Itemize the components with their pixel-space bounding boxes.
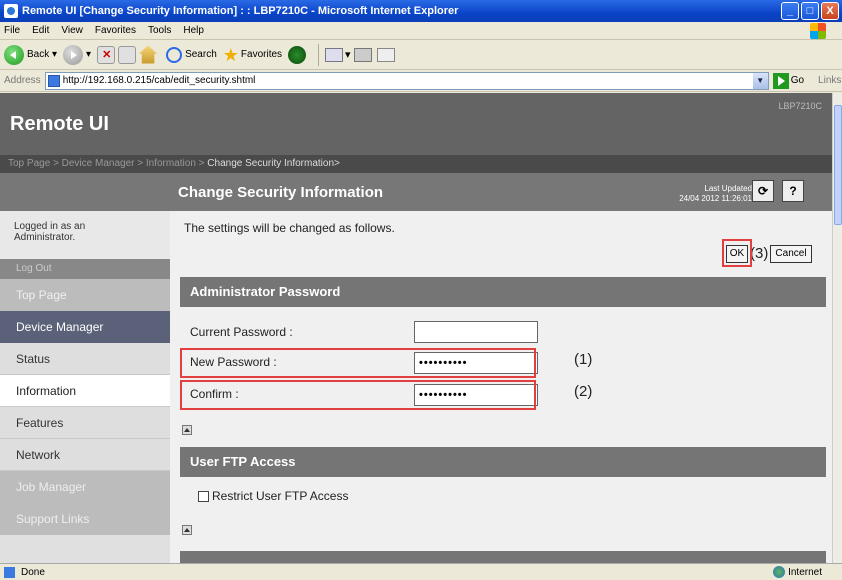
web-content: Remote UI LBP7210C Top Page > Device Man… [0,93,832,563]
page-icon [47,74,60,87]
logout-button[interactable]: Log Out [0,259,170,279]
browser-toolbar: Back ▾ ▾ Search ★ Favorites ▾ [0,40,842,70]
address-url: http://192.168.0.215/cab/edit_security.s… [62,75,256,86]
back-button[interactable]: Back ▾ [4,44,57,65]
back-label: Back [27,49,50,60]
menu-edit[interactable]: Edit [32,25,49,36]
vertical-scrollbar[interactable] [832,93,842,563]
callout-ok-label: (3) [750,245,769,262]
toolbar-separator [318,43,320,66]
callout-confirm-label: (2) [574,383,593,400]
edit-icon[interactable] [376,47,395,62]
close-button[interactable]: X [821,2,839,20]
menu-tools[interactable]: Tools [148,25,171,36]
go-button[interactable]: Go [772,72,805,89]
menu-help[interactable]: Help [183,25,204,36]
scrollbar-thumb[interactable] [834,105,842,225]
address-input[interactable]: http://192.168.0.215/cab/edit_security.s… [44,71,769,90]
address-bar: Address http://192.168.0.215/cab/edit_se… [0,70,842,92]
admin-password-section-header: Administrator Password [180,277,826,307]
menu-favorites[interactable]: Favorites [95,25,136,36]
login-status: Logged in as an Administrator. [14,221,85,243]
security-zone: Internet [773,566,822,578]
login-status-text: Logged in as an Administrator. [14,221,86,243]
ftp-access-section-header: User FTP Access [180,447,826,477]
callout-ok-highlight [722,239,752,267]
current-password-label: Current Password : [190,325,293,339]
refresh-icon[interactable] [118,45,137,64]
menu-bar: File Edit View Favorites Tools Help [0,22,842,40]
search-icon [166,46,183,63]
menu-file[interactable]: File [4,25,20,36]
remote-ui-title: Remote UI [10,113,109,135]
current-password-field[interactable] [414,321,538,343]
last-updated-value: 24/04 2012 11:26:01 [679,194,752,203]
sidebar: Logged in as an Administrator. Log Out T… [0,211,170,563]
maximize-button[interactable]: □ [801,2,819,20]
forward-button[interactable]: ▾ [63,44,91,65]
minimize-button[interactable]: _ [781,2,799,20]
address-label: Address [4,75,41,86]
breadcrumb-current: Change Security Information> [207,158,340,169]
forward-arrow-icon [63,44,84,65]
sidebar-item-top-page[interactable]: Top Page [0,279,170,311]
search-button[interactable]: Search [166,46,217,63]
cancel-button[interactable]: Cancel [770,245,812,263]
restrict-ftp-label: Restrict User FTP Access [212,489,349,503]
favorites-label: Favorites [240,49,283,60]
new-password-highlight [180,348,536,378]
sidebar-top-spacer [0,173,170,211]
last-updated: Last Updated 24/04 2012 11:26:01 [679,184,752,204]
breadcrumb: Top Page > Device Manager > Information … [0,155,832,173]
main-panel: The settings will be changed as follows.… [170,211,832,563]
remote-ui-header: Remote UI LBP7210C [0,93,832,155]
sidebar-item-job-manager[interactable]: Job Manager [0,471,170,503]
ie-icon [4,4,18,18]
last-updated-label: Last Updated [704,184,752,193]
star-icon: ★ [222,44,239,65]
page-title: Change Security Information [178,184,384,201]
sidebar-item-network[interactable]: Network [0,439,170,471]
confirm-password-highlight [180,380,536,410]
go-arrow-icon [772,72,789,89]
menu-view[interactable]: View [61,25,83,36]
window-title: Remote UI [Change Security Information] … [22,5,459,17]
page-done-icon [4,566,15,578]
home-icon[interactable] [139,45,158,64]
search-label: Search [185,49,217,60]
sidebar-item-device-manager[interactable]: Device Manager [0,311,170,343]
window-title-bar: Remote UI [Change Security Information] … [0,0,842,22]
mail-icon[interactable] [325,47,344,62]
links-button[interactable]: Links [818,75,841,86]
internet-globe-icon [773,566,786,578]
sidebar-item-support-links[interactable]: Support Links [0,503,170,535]
go-label: Go [790,75,805,86]
address-dropdown-icon[interactable]: ▼ [752,72,768,89]
windows-logo-icon [810,23,826,39]
refresh-page-button[interactable]: ⟳ [752,180,774,202]
page-title-bar: Change Security Information Last Updated… [170,173,832,211]
restrict-ftp-checkbox[interactable] [198,491,209,502]
back-arrow-icon [4,44,24,65]
next-section-header [180,551,826,563]
status-text: Done [21,566,45,578]
zone-label: Internet [788,566,822,578]
help-button[interactable]: ? [782,180,804,202]
media-icon[interactable] [288,45,307,64]
breadcrumb-trail[interactable]: Top Page > Device Manager > Information … [8,158,207,169]
callout-new-password-label: (1) [574,351,593,368]
sidebar-item-information[interactable]: Information [0,375,170,407]
print-icon[interactable] [353,47,372,62]
confirmation-message: The settings will be changed as follows. [184,221,395,235]
scroll-to-top-icon-2[interactable] [182,525,192,535]
stop-icon[interactable] [97,45,116,64]
sidebar-item-status[interactable]: Status [0,343,170,375]
login-box: Logged in as an Administrator. Log Out [0,211,170,279]
status-bar: Done Internet [0,563,842,580]
scroll-to-top-icon[interactable] [182,425,192,435]
favorites-button[interactable]: ★ Favorites [223,46,282,64]
printer-model: LBP7210C [778,101,822,111]
sidebar-item-features[interactable]: Features [0,407,170,439]
